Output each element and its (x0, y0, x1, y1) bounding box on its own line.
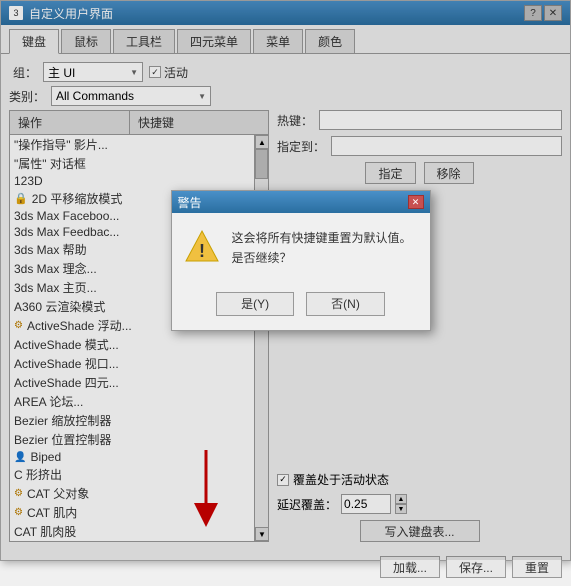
dialog-no-button[interactable]: 否(N) (306, 292, 385, 316)
dialog-title-bar: 警告 ✕ (172, 191, 430, 213)
dialog-buttons: 是(Y) 否(N) (172, 284, 430, 330)
warning-dialog: 警告 ✕ ! 这会将所有快捷键重置为默认值。 是否继续？ 是(Y) 否(N) (171, 190, 431, 330)
dialog-overlay: 警告 ✕ ! 这会将所有快捷键重置为默认值。 是否继续？ 是(Y) 否(N) (1, 1, 570, 560)
svg-text:!: ! (199, 241, 205, 261)
warning-icon: ! (184, 229, 220, 265)
dialog-message: 这会将所有快捷键重置为默认值。 是否继续？ (232, 229, 412, 267)
dialog-close-button[interactable]: ✕ (408, 195, 424, 209)
main-window: 3 自定义用户界面 ? ✕ 键盘 鼠标 工具栏 四元菜单 菜单 颜色 (0, 0, 571, 561)
dialog-body: ! 这会将所有快捷键重置为默认值。 是否继续？ (172, 213, 430, 283)
dialog-yes-button[interactable]: 是(Y) (216, 292, 294, 316)
dialog-title: 警告 (178, 194, 202, 211)
